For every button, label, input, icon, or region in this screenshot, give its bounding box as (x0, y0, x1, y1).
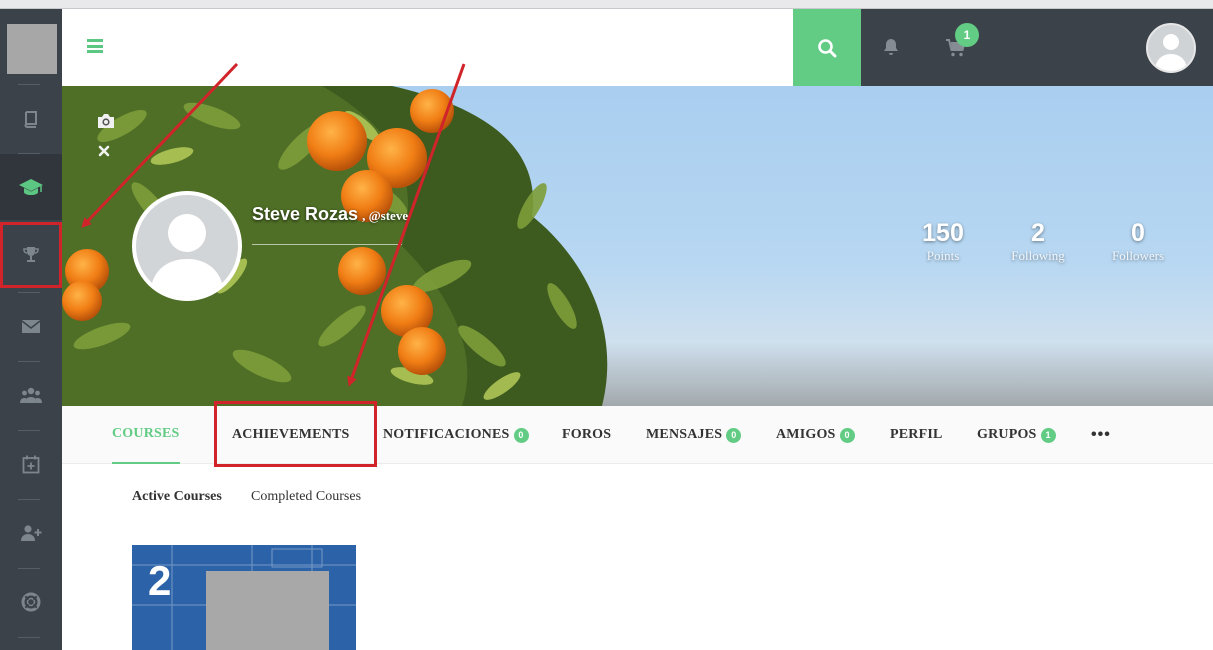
sidebar-item-calendar[interactable] (0, 431, 62, 497)
sidebar-item-support[interactable] (0, 569, 62, 635)
hamburger-menu-icon[interactable] (87, 39, 103, 53)
annotation-highlight-box (214, 401, 377, 467)
trophy-icon (23, 247, 39, 262)
profile-handle-text: @steve (368, 208, 409, 223)
stat-following-label: Following (1011, 248, 1065, 263)
search-button[interactable] (793, 9, 861, 86)
tab-label: COURSES (112, 426, 180, 441)
subtab-completed-courses[interactable]: Completed Courses (251, 489, 361, 505)
profile-cover: Steve Rozas, @steve 150 Points 2 Followi… (62, 86, 1213, 406)
sidebar-item-achievements[interactable] (0, 222, 62, 288)
tab-count-badge: 1 (1040, 427, 1056, 443)
stat-points-label: Points (926, 248, 960, 263)
close-icon (98, 145, 110, 157)
sidebar-item-courses[interactable] (0, 86, 62, 152)
stat-followers-label: Followers (1112, 248, 1164, 263)
stat-followers[interactable]: 0 Followers (1093, 218, 1183, 264)
browser-bookmarks-bar (0, 0, 1213, 9)
tab-perfil[interactable]: PERFIL (890, 406, 943, 464)
stat-points-value: 150 (922, 219, 964, 247)
course-card[interactable]: 2 (132, 545, 356, 650)
top-header: 1 (62, 9, 1213, 86)
course-card-number: 2 (148, 557, 172, 604)
stat-following-value: 2 (1031, 219, 1045, 247)
users-icon (20, 387, 42, 403)
tab-count-badge: 0 (726, 427, 742, 443)
profile-name-line: Steve Rozas, @steve (252, 204, 408, 225)
sidebar-item-groups[interactable] (0, 362, 62, 428)
tab-count-badge: 0 (513, 427, 529, 443)
site-logo[interactable] (7, 24, 57, 74)
header-user-area: 1 (861, 9, 1213, 86)
graduation-cap-icon (19, 179, 43, 195)
envelope-icon (21, 320, 41, 333)
notifications-button[interactable] (881, 37, 901, 62)
bell-icon (884, 39, 898, 55)
stat-following[interactable]: 2 Following (993, 218, 1083, 264)
stat-followers-value: 0 (1131, 219, 1145, 247)
sidebar-item-learning[interactable] (0, 154, 62, 220)
tab-count-badge: 0 (839, 427, 855, 443)
tab-label: PERFIL (890, 427, 943, 442)
tab-label: FOROS (562, 427, 612, 442)
camera-icon (98, 114, 114, 128)
book-icon (24, 111, 37, 128)
user-silhouette-icon (150, 214, 224, 297)
search-icon (818, 38, 837, 57)
tab-label: GRUPOS (977, 427, 1037, 442)
course-card-thumbnail (206, 571, 329, 650)
more-tabs-button[interactable]: ••• (1091, 426, 1111, 444)
profile-name-divider (252, 244, 402, 245)
subtab-active-courses[interactable]: Active Courses (132, 489, 222, 505)
sidebar-divider (18, 84, 40, 85)
cart-count-badge: 1 (955, 23, 979, 47)
tab-notificaciones[interactable]: NOTIFICACIONES 0 (383, 406, 529, 464)
profile-avatar (132, 191, 242, 301)
profile-name: Steve Rozas (252, 204, 359, 224)
change-cover-button[interactable] (96, 112, 116, 135)
tab-courses[interactable]: COURSES (112, 406, 180, 464)
sidebar (0, 9, 62, 650)
remove-cover-button[interactable] (98, 144, 110, 162)
tab-label: MENSAJES (646, 427, 723, 442)
life-ring-icon (21, 592, 41, 612)
sidebar-divider (18, 637, 40, 638)
calendar-plus-icon (22, 455, 40, 474)
tab-label: AMIGOS (776, 427, 836, 442)
tab-foros[interactable]: FOROS (562, 406, 611, 464)
user-silhouette-icon (1155, 34, 1187, 71)
stat-points: 150 Points (898, 218, 988, 264)
sidebar-item-add-friend[interactable] (0, 500, 62, 566)
tab-label: NOTIFICACIONES (383, 427, 510, 442)
tab-mensajes[interactable]: MENSAJES 0 (646, 406, 742, 464)
profile-handle: , @steve (362, 208, 409, 223)
tab-grupos[interactable]: GRUPOS 1 (977, 406, 1056, 464)
user-plus-icon (21, 525, 42, 541)
tab-amigos[interactable]: AMIGOS 0 (776, 406, 855, 464)
user-avatar[interactable] (1146, 23, 1196, 73)
sidebar-item-messages[interactable] (0, 293, 62, 359)
